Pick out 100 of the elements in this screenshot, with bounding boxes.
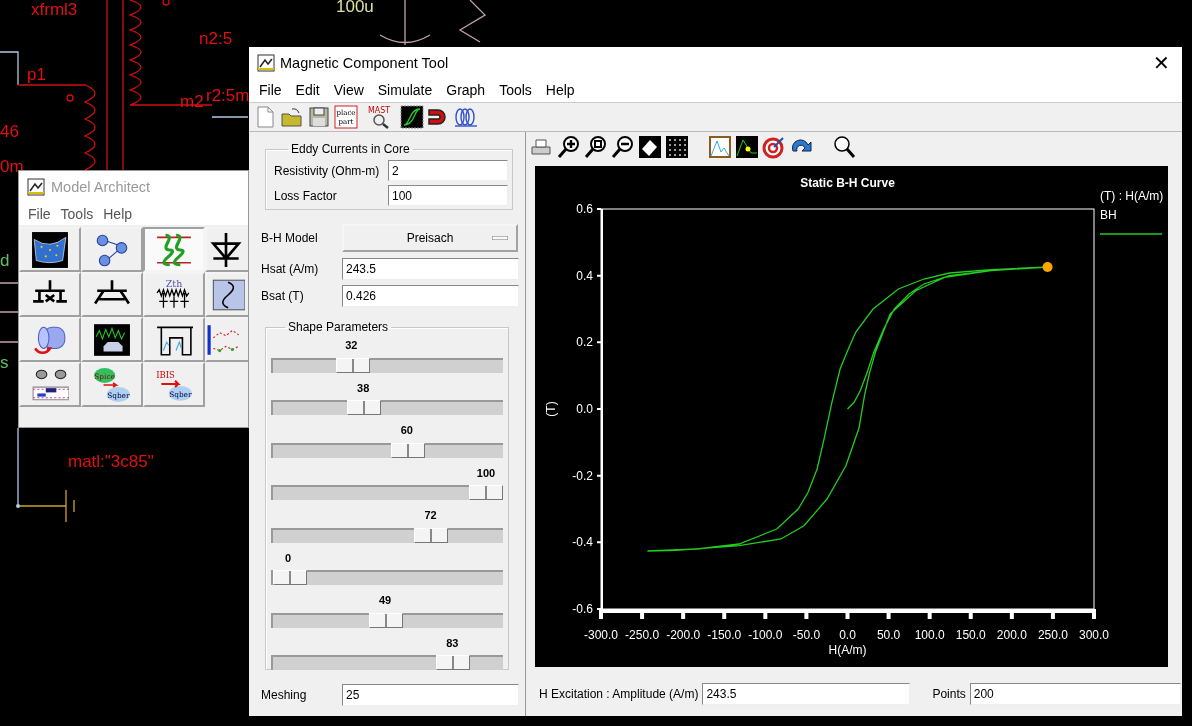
tick-label: -200.0 <box>666 628 701 642</box>
slider-thumb[interactable] <box>414 527 449 543</box>
hysteresis-icon[interactable] <box>400 105 424 129</box>
model-dropdown[interactable]: Preisach <box>342 224 518 252</box>
group-title: Shape Parameters <box>287 320 390 334</box>
tick-label: 200.0 <box>996 628 1027 642</box>
tick-label: 0.4 <box>576 268 593 283</box>
zoom-box-icon[interactable] <box>584 135 608 159</box>
slider-thumb[interactable] <box>347 400 382 415</box>
target-icon[interactable] <box>762 135 786 159</box>
menu-item[interactable]: Help <box>98 206 138 222</box>
close-button[interactable]: ✕ <box>1141 50 1182 75</box>
field-label: Hsat (A/m) <box>261 261 320 276</box>
chart-title: Static B-H Curve <box>800 176 895 190</box>
tick-label: 300.0 <box>1079 628 1109 642</box>
slider-thumb[interactable] <box>273 570 307 585</box>
wire-drawing <box>0 281 19 344</box>
slider-value: 0 <box>284 551 292 564</box>
tool-button[interactable] <box>19 362 81 407</box>
menu-item[interactable]: Tools <box>492 82 539 98</box>
input-field[interactable]: 0.426 <box>342 284 519 307</box>
field-label: Bsat (T) <box>261 288 305 303</box>
slider-value: 72 <box>424 509 437 521</box>
menu-item[interactable]: Tools <box>55 206 99 222</box>
peak-icon[interactable] <box>735 135 759 159</box>
field-label: B-H Model <box>261 231 319 245</box>
tool-button[interactable] <box>81 317 143 362</box>
tool-button[interactable] <box>205 227 248 272</box>
tool-button[interactable] <box>205 317 248 362</box>
tool-button[interactable] <box>81 227 143 272</box>
input-field[interactable]: 243.5 <box>702 683 911 705</box>
net-label: 46 <box>0 122 19 142</box>
field-label: Points <box>932 687 966 701</box>
slider-thumb[interactable] <box>335 357 370 373</box>
net-label: d <box>0 251 10 271</box>
input-field[interactable]: 243.5 <box>342 257 519 280</box>
tool-button[interactable] <box>143 317 205 362</box>
slider-value: 83 <box>446 636 459 649</box>
tick-label: 0.0 <box>839 628 856 642</box>
legend-label: BH <box>1100 208 1117 222</box>
tick-label: -0.6 <box>572 602 593 616</box>
tick-label: -100.0 <box>748 628 783 642</box>
menu-item[interactable]: Graph <box>439 82 493 98</box>
input-field[interactable]: 200 <box>969 683 1181 705</box>
app-icon <box>27 178 45 196</box>
menu-item[interactable]: File <box>23 206 56 222</box>
slider-value: 38 <box>357 381 370 394</box>
input-field[interactable]: 25 <box>342 683 519 706</box>
slider-thumb[interactable] <box>390 442 425 458</box>
eraser-icon[interactable] <box>638 135 662 159</box>
group-title: Eddy Currents in Core <box>290 142 411 156</box>
tick-label: 0.2 <box>576 335 593 350</box>
menu-item[interactable]: File <box>252 82 289 98</box>
menu-item[interactable]: Help <box>538 82 582 98</box>
grid-icon[interactable] <box>665 135 689 159</box>
menu-item[interactable]: Edit <box>288 82 327 98</box>
field-label: H Excitation : Amplitude (A/m) <box>539 687 699 701</box>
tool-button[interactable] <box>19 272 81 317</box>
zoom-in-icon[interactable] <box>557 135 581 159</box>
tool-button[interactable]: Zth <box>143 272 205 317</box>
net-label: xfrml3 <box>31 0 78 20</box>
menu-item[interactable]: View <box>326 82 371 98</box>
tick-label: 100.0 <box>914 628 945 642</box>
dropdown-icon <box>492 236 508 240</box>
tick-label: -250.0 <box>625 628 660 642</box>
fit-chart-icon[interactable] <box>708 135 732 159</box>
slider-value: 32 <box>345 339 358 351</box>
axis-label: H(A/m) <box>828 643 867 657</box>
input-field[interactable]: 2 <box>388 160 508 181</box>
net-label: n2:5 <box>199 29 233 49</box>
tick-label: 50.0 <box>876 628 901 642</box>
coil-icon[interactable] <box>454 105 478 129</box>
field-label: Resistivity (Ohm-m) <box>274 163 381 178</box>
slider-thumb[interactable] <box>469 485 503 500</box>
tick-label: 150.0 <box>955 628 986 642</box>
window-title: Model Architect <box>51 179 151 195</box>
tick-label: -300.0 <box>584 628 618 642</box>
folder-icon[interactable] <box>280 105 304 129</box>
cursor-dot <box>1042 262 1053 272</box>
tick-label: 250.0 <box>1037 628 1068 642</box>
slider-value: 60 <box>400 424 413 436</box>
net-label: 0m <box>0 157 24 177</box>
tick-label: 0.6 <box>576 202 593 216</box>
slider-thumb[interactable] <box>435 655 470 670</box>
app-icon <box>257 53 275 72</box>
axis-label: (T) <box>544 401 558 417</box>
zoom-out-icon[interactable] <box>611 135 635 159</box>
window-title: Magnetic Component Tool <box>280 54 450 71</box>
search-icon[interactable] <box>832 135 856 159</box>
input-field[interactable]: 100 <box>388 185 508 206</box>
slider-thumb[interactable] <box>369 612 404 628</box>
net-label: r2:5m <box>206 86 250 106</box>
menu-item[interactable]: Simulate <box>370 82 440 98</box>
net-label: p1 <box>27 65 46 85</box>
tool-button[interactable] <box>81 272 143 317</box>
tool-button[interactable] <box>19 227 81 272</box>
net-label: matl:"3c85" <box>68 452 154 472</box>
tool-button[interactable] <box>205 272 248 317</box>
field-label: Loss Factor <box>274 188 338 203</box>
legend-line <box>1099 233 1163 235</box>
